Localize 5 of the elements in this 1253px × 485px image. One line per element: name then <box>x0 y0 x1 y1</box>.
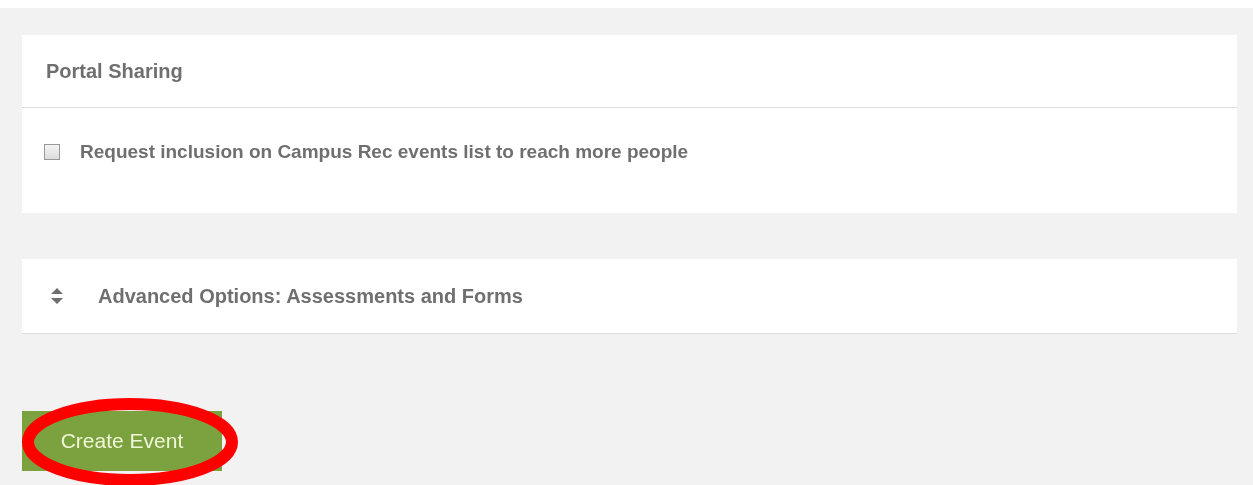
panel-title: Portal Sharing <box>46 59 183 84</box>
collapsible-header[interactable]: Advanced Options: Assessments and Forms <box>22 259 1237 334</box>
checkbox[interactable] <box>44 144 60 161</box>
checkbox-label: Request inclusion on Campus Rec events list to reach more people <box>80 140 689 164</box>
sort-icon <box>50 287 64 305</box>
